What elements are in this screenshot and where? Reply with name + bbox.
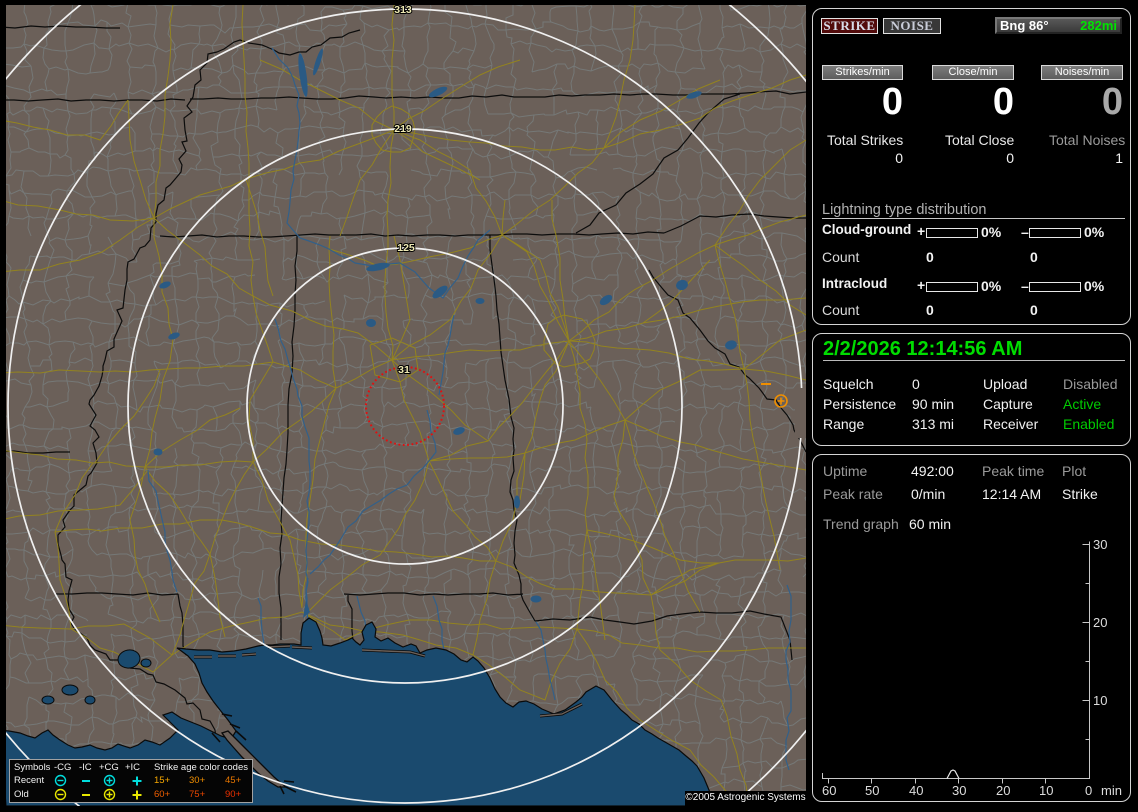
- svg-text:0: 0: [1085, 783, 1092, 798]
- svg-text:20: 20: [996, 783, 1010, 798]
- svg-text:30: 30: [952, 783, 966, 798]
- svg-text:125: 125: [397, 242, 415, 254]
- svg-text:20: 20: [1093, 615, 1107, 630]
- svg-text:60: 60: [822, 783, 836, 798]
- svg-text:40: 40: [909, 783, 923, 798]
- svg-text:30: 30: [1093, 537, 1107, 552]
- svg-text:min: min: [1101, 783, 1122, 798]
- svg-text:31: 31: [398, 364, 410, 376]
- svg-text:219: 219: [394, 123, 412, 135]
- svg-text:10: 10: [1093, 693, 1107, 708]
- svg-text:50: 50: [865, 783, 879, 798]
- svg-text:313: 313: [394, 5, 412, 16]
- svg-text:10: 10: [1039, 783, 1053, 798]
